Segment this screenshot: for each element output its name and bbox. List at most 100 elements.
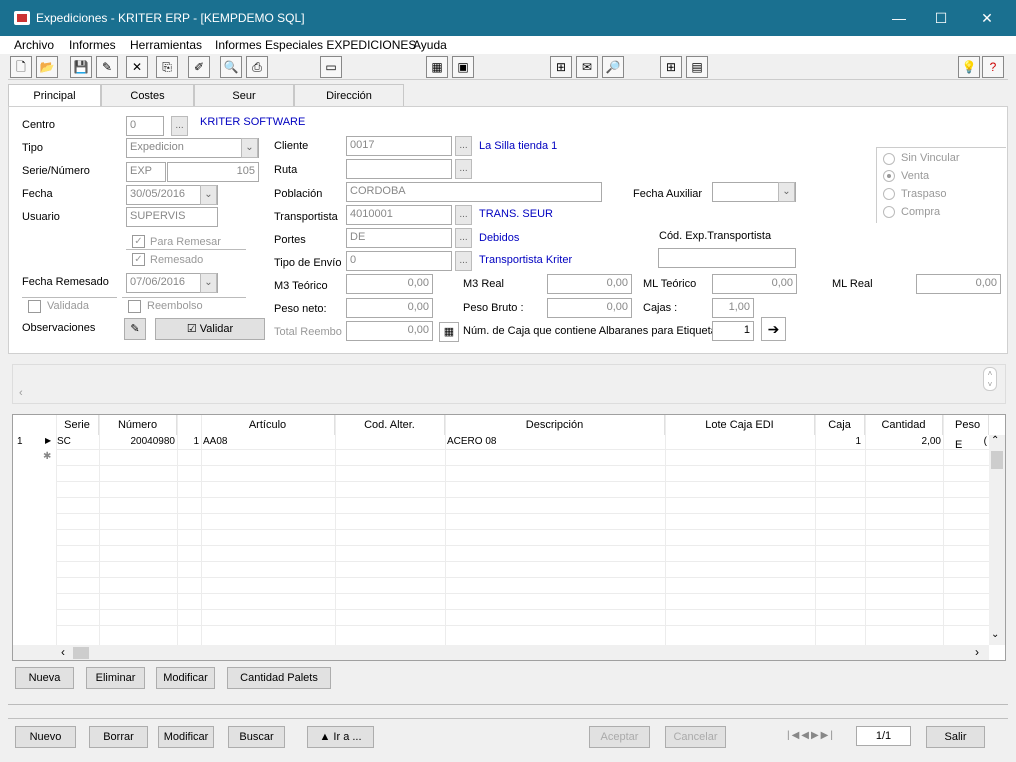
nuevo-button[interactable]: Nuevo xyxy=(15,726,76,748)
total-reemb-input[interactable]: 0,00 xyxy=(346,321,433,341)
poblacion-input[interactable]: CORDOBA xyxy=(346,182,602,202)
para-remesar-checkbox[interactable]: ✓ xyxy=(132,235,145,248)
cell-descripcion[interactable]: ACERO 08 xyxy=(447,436,496,447)
cancelar-button[interactable]: Cancelar xyxy=(665,726,726,748)
col-header-cantidad[interactable]: Cantidad xyxy=(865,415,943,435)
transportista-lookup-button[interactable]: ... xyxy=(455,205,472,225)
cell-caja[interactable]: 1 xyxy=(815,436,861,447)
ruta-lookup-button[interactable]: ... xyxy=(455,159,472,179)
cell-cantidad[interactable]: 2,00 xyxy=(865,436,941,447)
new-document-icon[interactable]: 🗋 xyxy=(10,56,32,78)
attach-icon[interactable]: ✐ xyxy=(188,56,210,78)
col-header-descripcion[interactable]: Descripción xyxy=(445,415,665,435)
centro-input[interactable]: 0 xyxy=(126,116,164,136)
cliente-lookup-button[interactable]: ... xyxy=(455,136,472,156)
tipo-envio-input[interactable]: 0 xyxy=(346,251,452,271)
tree-icon[interactable]: ⊞ xyxy=(550,56,572,78)
salir-button[interactable]: Salir xyxy=(926,726,985,748)
print-icon[interactable]: ⎙ xyxy=(246,56,268,78)
m3-real-input[interactable]: 0,00 xyxy=(547,274,632,294)
cell-numero[interactable]: 20040980 xyxy=(99,436,176,447)
centro-lookup-button[interactable]: ... xyxy=(171,116,188,136)
numero-input[interactable]: 105 xyxy=(167,162,259,182)
record-navigation-icon[interactable]: |◀◀▶▶| xyxy=(787,730,835,741)
ml-teorico-input[interactable]: 0,00 xyxy=(712,274,797,294)
chevron-down-icon[interactable]: ⌄ xyxy=(241,138,258,158)
compra-radio[interactable] xyxy=(883,206,895,218)
spinner-icon[interactable]: ˄ ˅ xyxy=(983,367,997,391)
tipo-select[interactable]: Expedicion xyxy=(126,138,259,158)
window-icon[interactable]: ▭ xyxy=(320,56,342,78)
notes-icon[interactable]: ✎ xyxy=(124,318,146,340)
document-search-icon[interactable]: 🔎 xyxy=(602,56,624,78)
delete-icon[interactable]: ✕ xyxy=(126,56,148,78)
peso-bruto-input[interactable]: 0,00 xyxy=(547,298,632,318)
peso-neto-input[interactable]: 0,00 xyxy=(346,298,433,318)
open-folder-icon[interactable]: 📂 xyxy=(36,56,58,78)
menu-informes-especiales[interactable]: Informes Especiales EXPEDICIONES xyxy=(215,38,416,52)
close-button[interactable]: ✕ xyxy=(964,0,1010,36)
scroll-thumb[interactable] xyxy=(991,451,1003,469)
menu-ayuda[interactable]: Ayuda xyxy=(413,38,447,52)
tab-seur[interactable]: Seur xyxy=(194,84,294,106)
modificar-button[interactable]: Modificar xyxy=(158,726,214,748)
help-icon[interactable]: ? xyxy=(982,56,1004,78)
sin-vincular-radio[interactable] xyxy=(883,153,895,165)
new-row-icon[interactable]: ✱ xyxy=(43,451,51,462)
arrow-right-icon[interactable]: ➔ xyxy=(761,317,786,341)
cod-exp-input[interactable] xyxy=(658,248,796,268)
maximize-button[interactable]: ☐ xyxy=(918,0,964,36)
calculator-icon[interactable]: ▦ xyxy=(426,56,448,78)
col-header-numero[interactable]: Número xyxy=(99,415,177,435)
eliminar-button[interactable]: Eliminar xyxy=(86,667,145,689)
borrar-button[interactable]: Borrar xyxy=(89,726,148,748)
transportista-input[interactable]: 4010001 xyxy=(346,205,452,225)
calendar-dropdown-icon[interactable]: ⌄ xyxy=(200,273,217,293)
cell-articulo[interactable]: AA08 xyxy=(203,436,227,447)
horizontal-scrollbar[interactable] xyxy=(13,645,989,660)
disk-icon[interactable]: ▣ xyxy=(452,56,474,78)
cell-serie[interactable]: SC xyxy=(57,436,71,447)
tab-direccion[interactable]: Dirección xyxy=(294,84,404,106)
edit-icon[interactable]: ✎ xyxy=(96,56,118,78)
validar-button[interactable]: ☑ Validar xyxy=(155,318,265,340)
cell-peso[interactable]: ( xyxy=(943,436,987,447)
scroll-up-icon[interactable]: ⌃ xyxy=(991,435,999,446)
export-icon[interactable]: ⎘ xyxy=(156,56,178,78)
scroll-down-icon[interactable]: ⌄ xyxy=(991,629,999,640)
cantidad-palets-button[interactable]: Cantidad Palets xyxy=(227,667,331,689)
reembolso-checkbox[interactable] xyxy=(128,300,141,313)
calculator-icon[interactable]: ▦ xyxy=(439,322,459,342)
col-header-peso[interactable]: Peso E xyxy=(943,415,989,451)
venta-radio[interactable] xyxy=(883,170,895,182)
calendar-dropdown-icon[interactable]: ⌄ xyxy=(778,182,795,202)
validada-checkbox[interactable] xyxy=(28,300,41,313)
buscar-button[interactable]: Buscar xyxy=(228,726,285,748)
tab-costes[interactable]: Costes xyxy=(101,84,194,106)
calendar-dropdown-icon[interactable]: ⌄ xyxy=(200,185,217,205)
col-header-cod-alter[interactable]: Cod. Alter. xyxy=(335,415,445,435)
grid-icon[interactable]: ⊞ xyxy=(660,56,682,78)
traspaso-radio[interactable] xyxy=(883,188,895,200)
col-header-serie[interactable]: Serie xyxy=(56,415,99,435)
minimize-button[interactable]: — xyxy=(876,0,922,36)
cell-linea[interactable]: 1 xyxy=(177,436,199,447)
scroll-left-icon[interactable]: ‹ xyxy=(61,645,65,659)
remesado-checkbox[interactable]: ✓ xyxy=(132,253,145,266)
tipo-envio-lookup-button[interactable]: ... xyxy=(455,251,472,271)
modificar-line-button[interactable]: Modificar xyxy=(156,667,215,689)
save-icon[interactable]: 💾 xyxy=(70,56,92,78)
portes-input[interactable]: DE xyxy=(346,228,452,248)
scroll-panel[interactable]: ‹ ˄ ˅ xyxy=(12,364,1006,404)
calendar-icon[interactable]: ▤ xyxy=(686,56,708,78)
scroll-thumb[interactable] xyxy=(73,647,89,659)
serie-input[interactable]: EXP xyxy=(126,162,166,182)
menu-informes[interactable]: Informes xyxy=(69,38,116,52)
portes-lookup-button[interactable]: ... xyxy=(455,228,472,248)
menu-archivo[interactable]: Archivo xyxy=(14,38,54,52)
ml-real-input[interactable]: 0,00 xyxy=(916,274,1001,294)
scroll-right-icon[interactable]: › xyxy=(975,645,979,659)
preview-icon[interactable]: 🔍 xyxy=(220,56,242,78)
col-header-lote[interactable]: Lote Caja EDI xyxy=(665,415,815,435)
scroll-left-icon[interactable]: ‹ xyxy=(19,387,23,399)
